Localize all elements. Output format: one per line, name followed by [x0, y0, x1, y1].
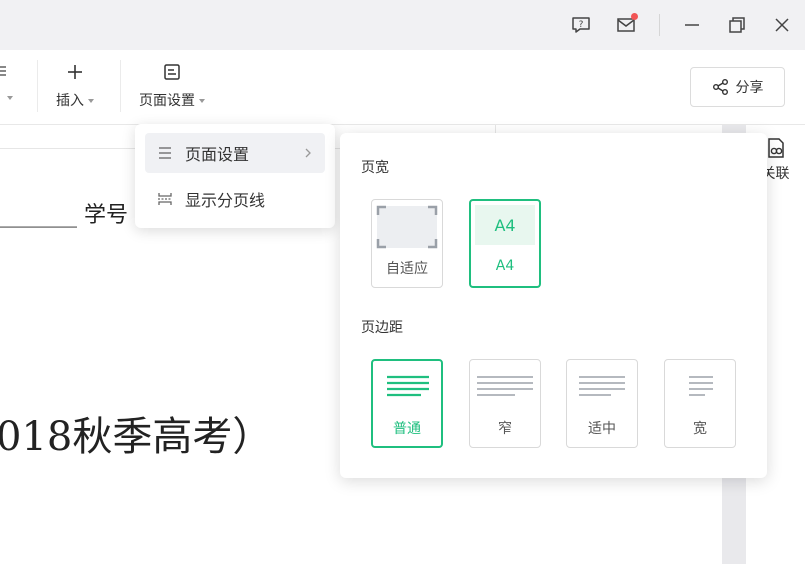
option-label: 窄: [498, 421, 512, 437]
menu-item-show-page-break[interactable]: 显示分页线: [145, 179, 325, 219]
share-button[interactable]: 分享: [690, 67, 785, 107]
help-icon[interactable]: ?: [569, 13, 593, 37]
share-icon: [712, 79, 728, 95]
document-text-line: _______ 学号: [0, 203, 128, 228]
margin-normal-option[interactable]: 普通: [371, 359, 443, 448]
restore-icon[interactable]: [725, 13, 749, 37]
titlebar-divider: [659, 14, 660, 36]
page-break-icon: [157, 191, 173, 207]
margin-wide-option[interactable]: 宽: [664, 359, 736, 448]
format-icon: [0, 60, 16, 84]
a4-preview-text: A4: [494, 215, 516, 235]
toolbar: 插入 页面设置 分享: [0, 50, 805, 125]
margin-narrow-icon: [477, 376, 533, 396]
margin-normal-icon: [387, 375, 429, 397]
link-doc-icon: [767, 138, 784, 158]
toolbar-divider: [120, 60, 121, 112]
chevron-down-icon: [199, 99, 205, 103]
page-margin-title: 页边距: [361, 320, 403, 336]
page-width-title: 页宽: [361, 160, 389, 176]
list-icon: [157, 145, 173, 161]
page-width-a4-option[interactable]: A4 A4: [469, 199, 541, 288]
margin-moderate-icon: [579, 376, 625, 396]
option-label: A4: [495, 258, 515, 274]
page-width-adaptive-option[interactable]: 自适应: [371, 199, 443, 288]
notification-dot: [631, 13, 638, 20]
mail-icon[interactable]: [614, 13, 638, 37]
option-label: 适中: [588, 421, 616, 437]
share-label: 分享: [735, 80, 764, 96]
insert-button[interactable]: 插入: [56, 60, 94, 110]
chevron-down-icon: [88, 99, 94, 103]
document-heading: 018秋季高考）: [0, 414, 273, 460]
page-setup-panel: 页宽 自适应 A4 A4 页边距 普通 窄 适中 宽: [340, 133, 767, 478]
svg-text:?: ?: [579, 20, 584, 30]
margin-wide-icon: [689, 376, 713, 396]
option-label: 宽: [693, 421, 707, 437]
minimize-icon[interactable]: [680, 13, 704, 37]
option-label: 普通: [393, 421, 421, 437]
insert-label: 插入: [56, 93, 84, 109]
close-icon[interactable]: [770, 13, 794, 37]
margin-moderate-option[interactable]: 适中: [566, 359, 638, 448]
page-setup-icon: [160, 60, 184, 84]
partial-tool[interactable]: [0, 60, 16, 106]
chevron-right-icon: [303, 147, 313, 159]
menu-item-label: 页面设置: [185, 145, 250, 164]
option-label: 自适应: [386, 261, 428, 277]
title-bar: ?: [0, 0, 805, 50]
margin-narrow-option[interactable]: 窄: [469, 359, 541, 448]
toolbar-divider: [37, 60, 38, 112]
menu-item-label: 显示分页线: [185, 191, 266, 210]
page-setup-button[interactable]: 页面设置: [139, 60, 205, 110]
a4-preview: A4: [475, 205, 535, 245]
menu-item-page-setup[interactable]: 页面设置: [145, 133, 325, 173]
page-setup-dropdown: 页面设置 显示分页线: [135, 124, 335, 228]
page-setup-label: 页面设置: [139, 93, 195, 109]
plus-icon: [63, 60, 87, 84]
adaptive-preview-icon: [376, 205, 438, 249]
